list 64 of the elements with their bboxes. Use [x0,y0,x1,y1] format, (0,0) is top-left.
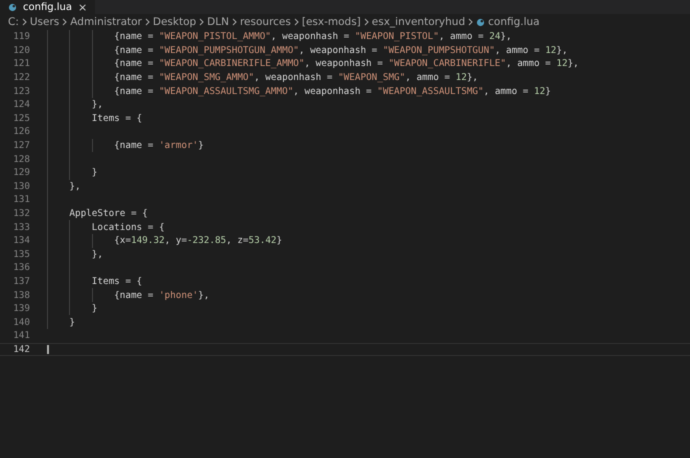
code-line: }, [68,180,81,192]
line-number: 139 [12,303,30,314]
breadcrumb-item[interactable]: resources [240,16,291,28]
line-number: 127 [12,140,30,152]
line-number: 123 [12,86,30,97]
breadcrumb-item[interactable]: Administrator [70,16,142,28]
line-number: 136 [12,262,30,274]
code-line: } [90,167,98,178]
line-number: 141 [12,330,30,342]
code-line: {name = 'armor'} [113,140,204,152]
line-number: 124 [12,99,30,110]
chevron-icon [144,18,150,26]
code-line: {name = "WEAPON_PISTOL_AMMO", weaponhash = "WEAPON_PISTOL", ammo = 24}, [113,31,512,42]
breadcrumb-item[interactable]: Users [30,16,60,28]
code-line: {name = 'phone'}, [113,290,210,301]
breadcrumb-item[interactable]: esx_inventoryhud [372,16,466,28]
breadcrumb-item[interactable]: C: [8,16,19,28]
code-line: } [68,316,75,328]
line-number: 119 [12,31,30,42]
line-number: 140 [12,316,30,328]
line-number: 121 [12,58,30,70]
line-number: 129 [12,167,30,178]
code-line: {name = "WEAPON_SMG_AMMO", weaponhash = "WEAPON_SMG", ammo = 12}, [113,72,478,84]
close-icon[interactable]: × [78,2,88,12]
line-number: 131 [12,194,30,206]
chevron-icon [22,18,27,26]
code-line: {name = "WEAPON_CARBINERIFLE_AMMO", weaponhash = "WEAPON_CARBINERIFLE", ammo = 12}, [113,58,579,70]
chevron-icon [364,18,369,26]
line-number: 122 [12,72,30,84]
chevron-icon [199,18,204,26]
line-number: 133 [12,222,30,233]
chevron-icon [468,18,474,26]
line-number: 126 [12,126,30,138]
line-number: 137 [12,276,30,287]
code-line: {name = "WEAPON_ASSAULTSMG_AMMO", weaponhash = "WEAPON_ASSAULTSMG", ammo = 12} [113,86,551,97]
line-number: 134 [12,235,30,246]
breadcrumb-item[interactable]: config.lua [488,16,540,28]
code-line: Items = { [90,112,142,124]
line-number: 125 [12,112,30,124]
tab-title: config.lua [23,2,72,12]
code-line: }, [90,99,103,110]
line-number: 128 [12,154,30,165]
breadcrumb-item[interactable]: DLN [207,16,229,28]
breadcrumb-item[interactable]: Desktop [152,16,196,28]
text-cursor [47,344,49,354]
chevron-icon [294,18,299,26]
chevron-icon [232,18,237,26]
line-number: 132 [12,208,30,220]
line-number: 135 [12,248,30,260]
file-icon [476,18,486,26]
code-line: Items = { [90,276,142,287]
line-number: 130 [12,180,30,192]
line-number: 120 [12,44,30,56]
chevron-icon [62,18,68,26]
code-line: Locations = { [90,222,165,233]
file-tab[interactable]: config.lua × [0,0,96,14]
code-line: } [90,303,98,314]
code-line: {x=149.32, y=-232.85, z=53.42} [113,235,282,246]
line-number: 138 [12,290,30,301]
code-line: AppleStore = { [68,208,148,220]
code-line: }, [90,248,103,260]
line-number: 142 [12,344,30,355]
code-line: {name = "WEAPON_PUMPSHOTGUN_AMMO", weaponhash = "WEAPON_PUMPSHOTGUN", ammo = 12}, [113,44,568,56]
breadcrumb-item[interactable]: [esx-mods] [302,16,361,28]
